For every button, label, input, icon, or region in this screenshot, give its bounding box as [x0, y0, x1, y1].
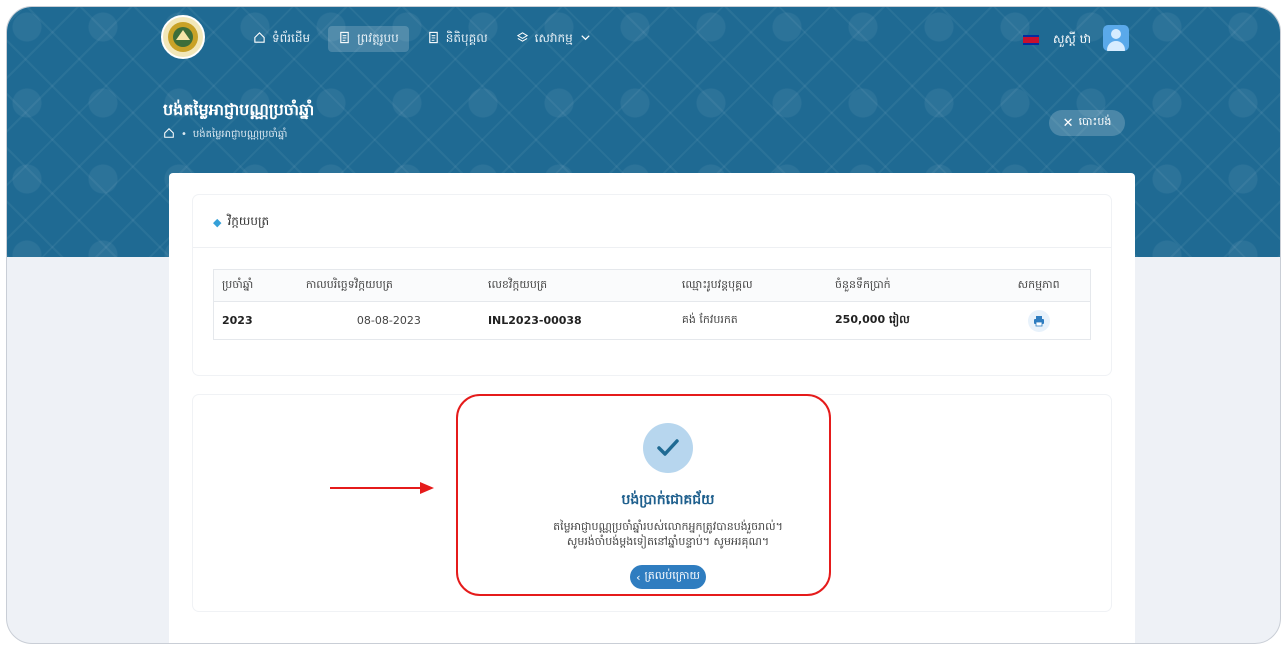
invoice-section: ◆ វិក្កយបត្រ ប្រចាំឆ្នាំ កាលបរិច្ឆេទវិក្…	[193, 195, 1111, 375]
avatar[interactable]	[1103, 25, 1129, 51]
home-icon	[253, 31, 266, 47]
document-icon	[427, 31, 440, 47]
user-greeting[interactable]: សួស្តី ឋា	[1053, 31, 1091, 49]
nav-item-legal-entity[interactable]: និតិបុគ្គល	[417, 26, 498, 52]
printer-icon	[1033, 315, 1044, 326]
close-icon: ✕	[1062, 115, 1074, 131]
language-flag-icon[interactable]	[1023, 35, 1039, 45]
cell-date: 08-08-2023	[297, 301, 480, 340]
arrow-annotation-icon	[330, 482, 434, 494]
diamond-icon: ◆	[213, 215, 222, 229]
nav-item-label: ព្រវត្តរូបប	[357, 31, 399, 45]
nav-item-individual[interactable]: ព្រវត្តរូបប	[328, 26, 409, 52]
column-header: លេខវិក្កយបត្រ	[479, 269, 674, 302]
column-header: កាលបរិច្ឆេទវិក្កយបត្រ	[297, 269, 480, 302]
breadcrumb: • បង់តម្លៃអាជ្ញាបណ្ណប្រចាំឆ្នាំ	[163, 127, 287, 142]
section-header: ◆ វិក្កយបត្រ	[213, 213, 269, 231]
cell-amount: 250,000 រៀល	[827, 301, 988, 340]
document-icon	[338, 31, 351, 47]
nav-item-services[interactable]: សេវាកម្ម	[506, 26, 602, 52]
breadcrumb-separator: •	[181, 129, 187, 140]
column-header: ឈ្មោះរូបវន្តបុគ្គល	[673, 269, 828, 302]
cancel-button-label: បោះបង់	[1078, 115, 1112, 128]
nav-item-home[interactable]: ទំព័រដើម	[243, 26, 320, 52]
breadcrumb-current: បង់តម្លៃអាជ្ញាបណ្ណប្រចាំឆ្នាំ	[192, 129, 288, 140]
cancel-button[interactable]: ✕ បោះបង់	[1049, 110, 1125, 136]
column-header: ប្រចាំឆ្នាំ	[213, 269, 298, 302]
top-navbar: ទំព័រដើម ព្រវត្តរូបប និតិបុគ្គល សេវាកម្ម…	[7, 7, 1280, 69]
cell-name: គង់ កែវបរកត	[673, 301, 828, 340]
divider	[193, 247, 1111, 248]
nav-item-label: ទំព័រដើម	[272, 31, 311, 45]
chevron-down-icon	[579, 31, 592, 47]
main-nav: ទំព័រដើម ព្រវត្តរូបប និតិបុគ្គល សេវាកម្ម	[243, 26, 602, 52]
invoice-table: ប្រចាំឆ្នាំ កាលបរិច្ឆេទវិក្កយបត្រ លេខវិក…	[213, 269, 1091, 340]
cell-invoice-number: INL2023-00038	[479, 301, 674, 340]
nav-item-label: សេវាកម្ម	[534, 31, 573, 45]
cell-year: 2023	[213, 301, 298, 340]
section-title: វិក្កយបត្រ	[227, 214, 270, 228]
column-header: ចំនួនទឹកប្រាក់	[827, 269, 988, 302]
nav-item-label: និតិបុគ្គល	[445, 31, 488, 45]
column-header: សកម្មភាព	[987, 269, 1091, 302]
home-icon[interactable]	[163, 127, 175, 142]
ministry-logo[interactable]	[161, 15, 205, 59]
layers-icon	[516, 31, 529, 47]
table-header-row: ប្រចាំឆ្នាំ កាលបរិច្ឆេទវិក្កយបត្រ លេខវិក…	[213, 269, 1091, 302]
highlight-annotation	[456, 394, 831, 596]
table-row: 2023 08-08-2023 INL2023-00038 គង់ កែវបរក…	[213, 301, 1091, 340]
page-title: បង់តម្លៃអាជ្ញាបណ្ណប្រចាំឆ្នាំ	[163, 100, 315, 119]
cell-action	[987, 301, 1091, 340]
print-button[interactable]	[1027, 309, 1050, 332]
